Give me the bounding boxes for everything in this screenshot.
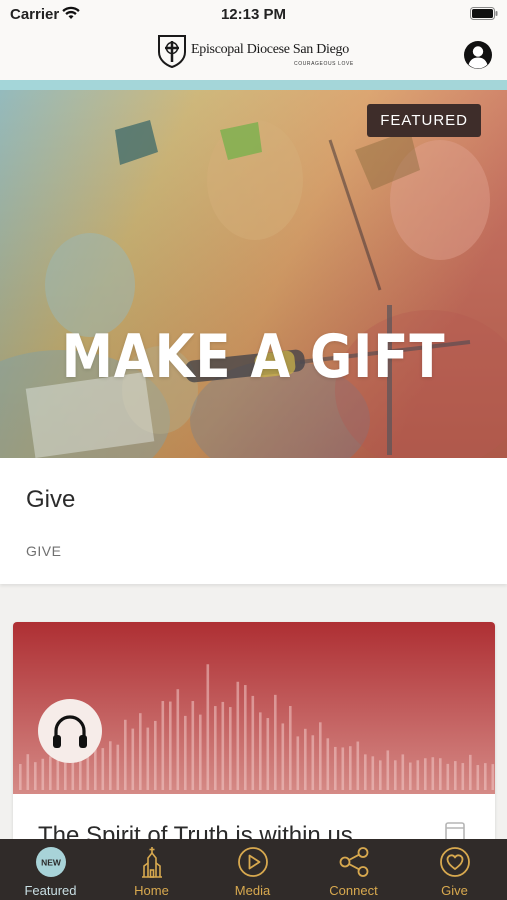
waveform-bar bbox=[311, 735, 315, 790]
waveform-bar bbox=[251, 695, 255, 790]
waveform-bar bbox=[341, 747, 345, 790]
hero-photo bbox=[0, 90, 507, 458]
waveform-bar bbox=[439, 758, 442, 790]
waveform-bar bbox=[319, 722, 322, 790]
diocese-logo[interactable]: Episcopal Diocese San Diego COURAGEOUS L… bbox=[157, 34, 357, 70]
waveform-bar bbox=[296, 736, 300, 790]
waveform-bar bbox=[334, 746, 337, 790]
waveform-bar bbox=[266, 718, 270, 790]
tab-featured[interactable]: NEW Featured bbox=[0, 839, 101, 900]
featured-hero-card[interactable]: MAKE A GIFT bbox=[0, 90, 507, 458]
person-circle-icon[interactable] bbox=[463, 40, 493, 70]
waveform-bar bbox=[484, 763, 487, 790]
waveform-bar bbox=[116, 744, 120, 790]
waveform-bar bbox=[214, 706, 217, 790]
tab-media[interactable]: Media bbox=[202, 839, 303, 900]
waveform-bar bbox=[379, 760, 382, 790]
battery-icon bbox=[470, 7, 498, 20]
headphones-icon bbox=[53, 715, 87, 748]
waveform-bar bbox=[34, 762, 37, 790]
waveform-bar bbox=[349, 746, 352, 790]
play-circle-icon bbox=[237, 847, 268, 877]
waveform-bar bbox=[394, 760, 397, 790]
waveform-bar bbox=[154, 720, 157, 790]
waveform-bar bbox=[109, 741, 112, 790]
share-icon bbox=[339, 847, 368, 877]
tab-home[interactable]: Home bbox=[101, 839, 202, 900]
waveform-bar bbox=[401, 754, 405, 790]
audio-sermon-card[interactable]: The Spirit of Truth is within us bbox=[13, 622, 495, 852]
waveform-bar bbox=[424, 758, 427, 790]
waveform-bar bbox=[41, 758, 45, 790]
waveform-bar bbox=[409, 762, 412, 790]
waveform-bar bbox=[139, 713, 142, 790]
waveform-bar bbox=[184, 715, 187, 790]
waveform-bar bbox=[206, 664, 210, 790]
waveform-bar bbox=[124, 719, 127, 790]
accent-strip bbox=[0, 80, 507, 90]
logo-tagline: COURAGEOUS LOVE bbox=[294, 61, 354, 67]
waveform-bar bbox=[259, 712, 262, 790]
waveform-bar bbox=[476, 765, 480, 790]
waveform-bar bbox=[304, 728, 307, 790]
waveform-bar bbox=[236, 681, 240, 790]
waveform-bar bbox=[454, 761, 457, 790]
waveform-bar bbox=[161, 701, 165, 790]
waveform-bar bbox=[281, 723, 285, 790]
logo-title: Episcopal Diocese San Diego bbox=[191, 42, 349, 57]
tab-bar: NEW Featured Home Media Connect Give bbox=[0, 839, 507, 900]
waveform-bar bbox=[356, 741, 360, 790]
give-card-title: Give bbox=[26, 486, 76, 513]
waveform-bar bbox=[431, 757, 435, 790]
new-badge-text: NEW bbox=[41, 858, 62, 868]
waveform-bar bbox=[244, 685, 247, 790]
status-bar: Carrier 12:13 PM bbox=[0, 0, 507, 30]
tab-label-home: Home bbox=[134, 883, 169, 898]
play-audio-button[interactable] bbox=[38, 699, 102, 763]
waveform-bar bbox=[131, 728, 135, 790]
waveform-bar bbox=[491, 764, 495, 790]
waveform-bar bbox=[386, 750, 390, 790]
diocese-shield-icon bbox=[158, 35, 186, 68]
waveform-bar bbox=[461, 763, 465, 790]
waveform-bar bbox=[221, 701, 225, 790]
waveform-bar bbox=[364, 754, 367, 790]
waveform-bar bbox=[229, 707, 232, 790]
tab-label-connect: Connect bbox=[329, 883, 378, 898]
waveform-bar bbox=[26, 754, 30, 790]
tab-label-media: Media bbox=[234, 883, 271, 898]
waveform-bar bbox=[371, 756, 375, 790]
waveform-bar bbox=[191, 701, 195, 790]
heart-circle-icon bbox=[439, 847, 470, 877]
tab-label-give: Give bbox=[441, 883, 468, 898]
tab-connect[interactable]: Connect bbox=[303, 839, 404, 900]
waveform-bar bbox=[469, 754, 472, 790]
church-icon bbox=[141, 847, 162, 878]
give-card-subtitle: GIVE bbox=[26, 543, 62, 559]
waveform-bar bbox=[169, 701, 172, 790]
waveform-bar bbox=[19, 764, 22, 790]
waveform-bar bbox=[289, 706, 292, 790]
hero-title: MAKE A GIFT bbox=[61, 322, 446, 392]
give-card[interactable]: Give GIVE bbox=[0, 458, 507, 584]
tab-label-featured: Featured bbox=[24, 883, 77, 898]
featured-badge: FEATURED bbox=[367, 104, 481, 137]
waveform-bar bbox=[176, 689, 180, 790]
waveform-bar bbox=[416, 760, 420, 790]
waveform-bar bbox=[326, 738, 330, 790]
new-badge-icon: NEW bbox=[35, 847, 66, 877]
waveform-bar bbox=[199, 714, 202, 790]
app-header: Episcopal Diocese San Diego COURAGEOUS L… bbox=[0, 30, 507, 80]
waveform-bar bbox=[146, 727, 150, 790]
waveform-bar bbox=[274, 694, 277, 790]
tab-give[interactable]: Give bbox=[404, 839, 505, 900]
waveform-bar bbox=[446, 763, 450, 790]
status-time: 12:13 PM bbox=[220, 6, 287, 23]
